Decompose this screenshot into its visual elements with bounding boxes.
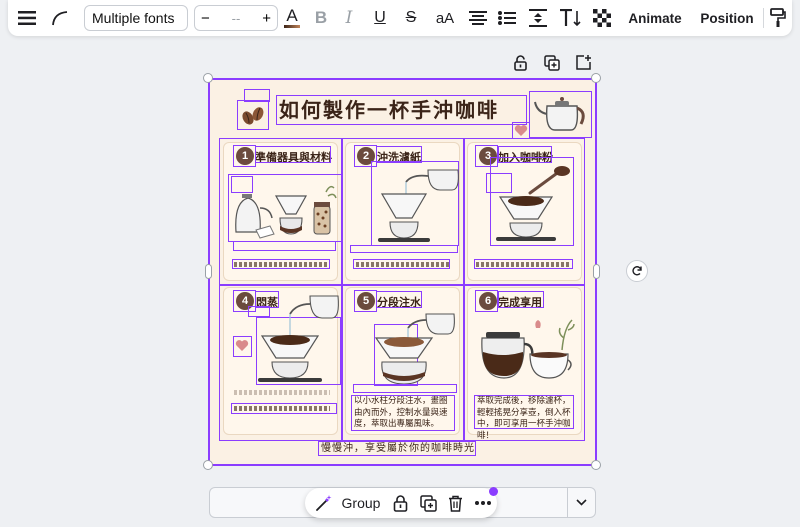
grid-divider-v2	[463, 138, 465, 441]
menu-lines-icon[interactable]	[12, 0, 42, 36]
line-spacing-icon[interactable]	[524, 0, 552, 36]
rotate-button[interactable]	[626, 260, 648, 282]
curve-text-icon[interactable]	[46, 0, 74, 36]
text-color-swatch	[284, 25, 300, 28]
underline-button[interactable]: U	[367, 0, 393, 36]
step-6-title-selection-box	[498, 291, 544, 308]
step-1-title-selection-box	[255, 146, 331, 163]
kettle-icon[interactable]	[533, 94, 589, 139]
resize-handle-top-left[interactable]	[203, 73, 213, 83]
step-1-caption-selection-box	[233, 241, 336, 251]
text-color-letter: A	[286, 6, 298, 25]
brewing-tools-illustration[interactable]	[230, 178, 338, 245]
strikethrough-letter: S	[405, 9, 417, 26]
rotate-icon	[632, 266, 642, 276]
italic-letter: I	[345, 8, 353, 28]
font-size-decrease-button[interactable]: −	[201, 10, 210, 27]
font-size-value[interactable]: --	[232, 11, 241, 26]
bold-button[interactable]: B	[308, 0, 334, 36]
animate-button[interactable]: Animate	[620, 0, 690, 36]
font-size-stepper[interactable]: − -- +	[194, 5, 278, 31]
step-4-caption[interactable]	[234, 390, 330, 395]
text-toolbar: Multiple fonts − -- + A B I U S aA Anima…	[8, 0, 792, 36]
add-coffee-illustration[interactable]	[490, 163, 574, 248]
resize-handle-bottom-left[interactable]	[203, 460, 213, 470]
more-dots-icon	[475, 501, 491, 505]
trash-icon	[448, 495, 462, 512]
group-button[interactable]: Group	[339, 488, 383, 518]
step-2-caption-selection-box	[350, 245, 458, 253]
title-selection-box	[276, 95, 527, 125]
footer-selection-box	[318, 441, 476, 456]
pour-water-illustration[interactable]	[370, 312, 460, 395]
step-4-heart-icon[interactable]	[235, 339, 249, 357]
toolbar-divider	[763, 8, 764, 28]
step-6-badge-selection-box	[475, 290, 498, 312]
text-effects-icon[interactable]	[555, 0, 585, 36]
underline-letter: U	[374, 9, 386, 26]
text-color-button[interactable]: A	[278, 0, 306, 36]
align-center-icon[interactable]	[465, 0, 491, 36]
step-3-description-selection-box	[474, 259, 573, 269]
duplicate-button[interactable]	[417, 488, 439, 518]
position-label: Position	[700, 10, 754, 26]
served-coffee-illustration[interactable]	[476, 314, 576, 391]
font-family-dropdown[interactable]: Multiple fonts	[84, 5, 188, 31]
step-1-description-selection-box	[232, 259, 330, 269]
step-6-description-selection-box	[474, 395, 574, 429]
add-page-icon[interactable]	[575, 54, 592, 76]
magic-wand-icon	[316, 495, 332, 511]
lock-button[interactable]	[389, 488, 411, 518]
font-family-label: Multiple fonts	[92, 10, 175, 26]
font-size-increase-button[interactable]: +	[262, 10, 271, 27]
magic-edit-button[interactable]	[311, 488, 337, 518]
transparency-icon[interactable]	[589, 0, 615, 36]
resize-handle-right[interactable]	[593, 264, 600, 279]
position-button[interactable]: Position	[692, 0, 762, 36]
bullet-list-icon[interactable]	[494, 0, 520, 36]
bloom-illustration[interactable]	[254, 292, 342, 391]
step-1-badge-selection-box	[233, 145, 256, 167]
lock-icon[interactable]	[513, 55, 528, 76]
duplicate-icon[interactable]	[544, 55, 560, 76]
bold-letter: B	[314, 8, 328, 27]
step-5-description-selection-box	[351, 395, 455, 431]
delete-button[interactable]	[444, 488, 466, 518]
notification-dot	[489, 487, 498, 496]
letter-case-button[interactable]: aA	[430, 0, 460, 36]
strikethrough-button[interactable]: S	[398, 0, 424, 36]
lock-icon	[393, 494, 407, 512]
group-label: Group	[341, 495, 381, 511]
paint-roller-icon[interactable]	[766, 0, 790, 36]
chevron-down-icon	[576, 499, 587, 506]
step-5-caption-selection-box	[353, 384, 457, 393]
resize-handle-left[interactable]	[205, 264, 212, 279]
italic-button[interactable]: I	[336, 0, 362, 36]
coffee-beans-icon[interactable]	[240, 104, 266, 133]
resize-handle-top-right[interactable]	[591, 73, 601, 83]
sparkle-selection-box	[244, 89, 270, 102]
rinse-filter-illustration[interactable]	[368, 160, 460, 249]
expand-chevron-button[interactable]	[568, 488, 595, 517]
letter-case-label: aA	[435, 9, 455, 27]
selection-context-bar: Group	[305, 488, 497, 518]
step-5-badge-selection-box	[354, 290, 377, 312]
resize-handle-bottom-right[interactable]	[591, 460, 601, 470]
step-4-description-selection-box	[231, 403, 337, 414]
step-5-title-selection-box	[376, 291, 422, 308]
animate-label: Animate	[628, 10, 682, 26]
grid-divider-h	[219, 284, 585, 286]
step-2-description-selection-box	[353, 259, 450, 269]
duplicate-icon	[419, 494, 437, 512]
